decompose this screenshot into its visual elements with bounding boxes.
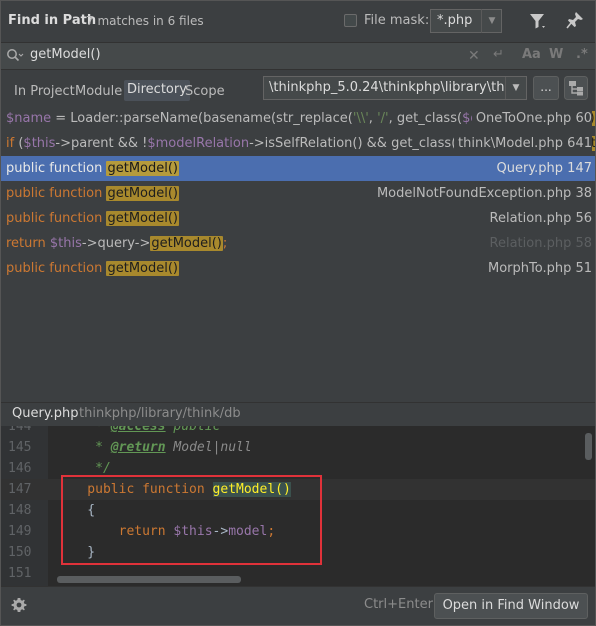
file-mask-dropdown-icon[interactable]: ▼ xyxy=(481,9,502,33)
search-icon[interactable] xyxy=(6,48,24,64)
result-code: public function getModel() xyxy=(6,181,180,206)
code-token: $this xyxy=(49,236,82,251)
result-row[interactable]: public function getModel() Relation.php 5… xyxy=(0,206,596,231)
result-file-location: Query.php 147 xyxy=(492,156,592,181)
file-mask-label[interactable]: File mask: xyxy=(364,13,429,28)
code-token: '/' xyxy=(377,111,389,126)
code-line: 144 * @access public xyxy=(0,426,596,437)
code-token: , xyxy=(368,111,378,126)
code-token: if xyxy=(6,136,15,151)
pin-icon[interactable] xyxy=(566,11,584,29)
result-file-location: OneToOne.php 60 xyxy=(471,106,592,131)
results-list: $name = Loader::parseName(basename(str_r… xyxy=(0,106,596,402)
match-highlight: getModel() xyxy=(106,186,180,201)
code-token: return xyxy=(6,236,50,251)
line-code: * @access public xyxy=(56,426,220,437)
code-token: public xyxy=(165,426,221,434)
code-token: ->isSelfRelation() && get_class( xyxy=(249,136,457,151)
code-token: * xyxy=(56,426,111,434)
preview-file-path: thinkphp/library/think/db xyxy=(79,406,241,421)
code-token: '\\' xyxy=(352,111,369,126)
match-highlight: getModel() xyxy=(106,261,180,276)
code-token: ->parent && ! xyxy=(55,136,148,151)
code-token: public function xyxy=(6,186,107,201)
code-token: ->query-> xyxy=(81,236,151,251)
line-number: 148 xyxy=(8,503,32,518)
tab-scope[interactable]: Scope xyxy=(183,82,227,101)
code-token: public function xyxy=(6,161,107,176)
recursive-tree-icon[interactable] xyxy=(564,76,588,100)
whole-words-icon[interactable]: W xyxy=(549,47,563,62)
result-row[interactable]: public function getModel() ModelNotFoundE… xyxy=(0,181,596,206)
result-row[interactable]: $name = Loader::parseName(basename(str_r… xyxy=(0,106,596,131)
line-number: 145 xyxy=(8,440,32,455)
code-token: @return xyxy=(110,440,166,455)
code-token: |null xyxy=(212,440,252,455)
result-row[interactable]: public function getModel() Query.php 147 xyxy=(0,156,596,181)
highlight-annotation-box xyxy=(61,475,322,565)
result-file-location: Relation.php 58 xyxy=(485,231,592,256)
search-input[interactable]: getModel() xyxy=(30,47,101,62)
line-number: 144 xyxy=(8,426,32,434)
tab-directory[interactable]: Directory xyxy=(124,80,190,101)
match-highlight: getModel() xyxy=(106,211,180,226)
result-code: public function getModel() xyxy=(6,206,180,231)
new-line-icon[interactable]: ↵ xyxy=(493,47,504,62)
file-mask-checkbox[interactable] xyxy=(344,14,357,27)
open-in-find-window-button[interactable]: Open in Find Window xyxy=(434,593,588,619)
result-file-location: think\Model.php 641 xyxy=(454,131,592,156)
shortcut-hint: Ctrl+Enter xyxy=(364,597,433,612)
code-token: Model xyxy=(173,440,213,455)
code-token: $name xyxy=(6,111,52,126)
result-file-location: MorphTo.php 51 xyxy=(483,256,592,281)
line-code: * @return Model|null xyxy=(56,437,252,458)
code-token: = Loader::parseName(basename(str_replace… xyxy=(51,111,353,126)
code-token: , get_class( xyxy=(388,111,463,126)
filter-icon[interactable] xyxy=(528,11,548,31)
tab-module[interactable]: Module xyxy=(73,82,124,101)
code-token: public function xyxy=(6,211,107,226)
clear-icon[interactable]: ✕ xyxy=(468,48,480,64)
result-row[interactable]: return $this->query->getModel(); Relation… xyxy=(0,231,596,256)
result-code: return $this->query->getModel(); xyxy=(6,231,227,256)
code-token: */ xyxy=(56,461,111,476)
code-token: public function xyxy=(6,261,107,276)
line-number: 146 xyxy=(8,461,32,476)
code-token: * xyxy=(56,440,111,455)
code-token: $this xyxy=(23,136,56,151)
tab-in-project[interactable]: In Project xyxy=(12,82,77,101)
result-code: public function getModel() xyxy=(6,156,180,181)
line-number: 149 xyxy=(8,524,32,539)
line-number: 147 xyxy=(8,482,32,497)
result-file-location: ModelNotFoundException.php 38 xyxy=(372,181,592,206)
dialog-title: Find in Path xyxy=(8,13,97,28)
gear-icon[interactable] xyxy=(11,597,27,613)
preview-file-name: Query.php xyxy=(12,406,79,421)
browse-button[interactable]: ... xyxy=(533,76,559,100)
line-number: 150 xyxy=(8,545,32,560)
regex-icon[interactable]: .* xyxy=(576,47,588,62)
vertical-scrollbar[interactable] xyxy=(585,433,592,460)
code-token: @access xyxy=(110,426,166,434)
directory-field[interactable]: \thinkphp_5.0.24\thinkphp\library\think xyxy=(263,76,527,100)
code-token: $modelRelation xyxy=(147,136,250,151)
code-line: 145 * @return Model|null xyxy=(0,437,596,458)
match-highlight: getModel() xyxy=(106,161,180,176)
line-number: 151 xyxy=(8,566,32,581)
code-token: ; xyxy=(222,236,228,251)
match-case-icon[interactable]: Aa xyxy=(522,47,541,62)
result-file-location: Relation.php 56 xyxy=(485,206,592,231)
result-code: public function getModel() xyxy=(6,256,180,281)
match-count: 7 matches in 6 files xyxy=(86,14,204,28)
horizontal-scrollbar[interactable] xyxy=(57,576,241,583)
directory-dropdown-icon[interactable]: ▼ xyxy=(505,77,526,99)
result-row[interactable]: public function getModel() MorphTo.php 51 xyxy=(0,256,596,281)
match-highlight: getModel() xyxy=(150,236,223,251)
result-row[interactable]: if ($this->parent && !$modelRelation->is… xyxy=(0,131,596,156)
